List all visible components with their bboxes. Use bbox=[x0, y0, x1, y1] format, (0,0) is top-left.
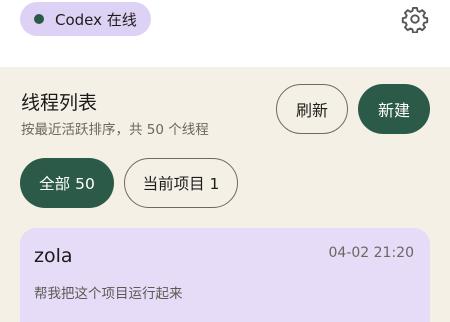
filter-all-button[interactable]: 全部 50 bbox=[20, 158, 114, 208]
filter-current-project-button[interactable]: 当前项目 1 bbox=[124, 158, 238, 208]
page-title: 线程列表 bbox=[21, 92, 98, 114]
thread-timestamp: 04-02 21:20 bbox=[328, 245, 414, 261]
thread-preview: 帮我把这个项目运行起来 bbox=[34, 286, 183, 302]
page-subtitle: 按最近活跃排序，共 50 个线程 bbox=[21, 122, 209, 138]
status-badge: Codex 在线 bbox=[20, 2, 151, 36]
gear-icon bbox=[401, 6, 429, 33]
thread-list-item[interactable]: zola 04-02 21:20 帮我把这个项目运行起来 bbox=[20, 228, 430, 322]
status-text: Codex 在线 bbox=[55, 10, 137, 29]
status-dot-icon bbox=[34, 14, 44, 24]
refresh-button[interactable]: 刷新 bbox=[276, 84, 348, 134]
settings-button[interactable] bbox=[401, 5, 429, 33]
thread-name: zola bbox=[34, 245, 73, 267]
top-bar: Codex 在线 bbox=[0, 0, 450, 67]
new-thread-button[interactable]: 新建 bbox=[358, 84, 430, 134]
